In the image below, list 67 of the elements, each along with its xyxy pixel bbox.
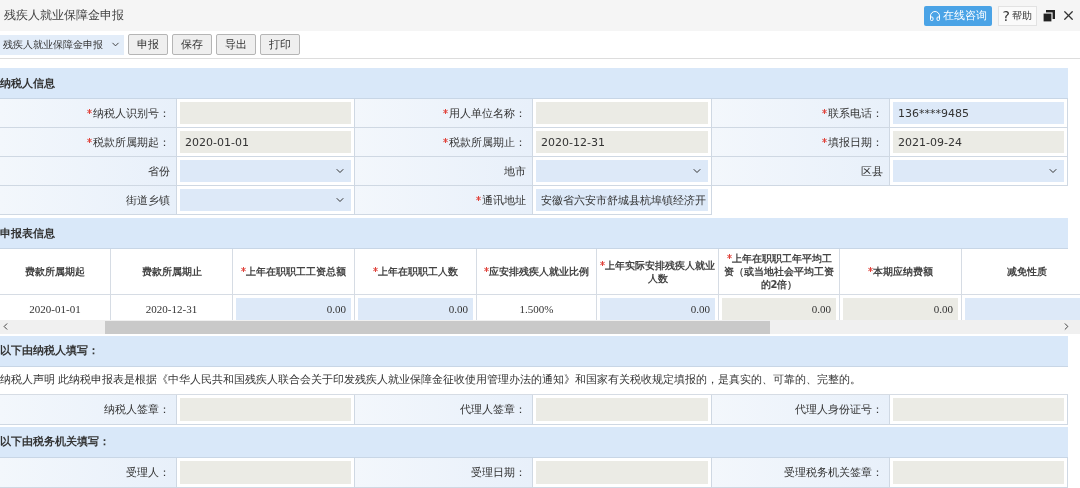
input-field[interactable]: 2020-12-31 <box>536 131 708 154</box>
column-header: 上年在职职工工资总额 <box>233 249 355 296</box>
headset-icon <box>928 9 941 22</box>
dropdown-field[interactable] <box>180 189 351 212</box>
section-title: 纳税人信息 <box>0 75 55 91</box>
section-title: 以下由税务机关填写： <box>0 434 110 450</box>
dropdown-field[interactable] <box>965 298 1080 320</box>
field-label: 代理人身份证号： <box>795 402 883 417</box>
field-label: 受理日期： <box>471 465 526 480</box>
declaration-text: 纳税人声明 此纳税申报表是根据《中华人民共和国残疾人联合会关于印发残疾人就业保障金征收使用管理办法的通知》和国家有关税收规定填报的，是真实的、可靠的、完整的。 <box>0 373 862 388</box>
column-header: 应安排残疾人就业比例 <box>477 249 597 296</box>
input-field[interactable]: 安徽省六安市舒城县杭埠镇经济开 <box>536 189 708 212</box>
input-field[interactable] <box>893 398 1064 421</box>
input-field[interactable]: 0.00 <box>600 298 715 320</box>
table-cell-text: 1.500% <box>518 302 555 318</box>
field-label: 省份 <box>148 163 170 179</box>
toolbar-button[interactable]: 申报 <box>128 34 168 56</box>
column-header: 减免性质 <box>962 249 1080 296</box>
input-field[interactable] <box>536 461 708 484</box>
input-field[interactable] <box>893 461 1064 484</box>
field-label: 受理人： <box>126 465 170 480</box>
horizontal-scrollbar[interactable] <box>0 319 1080 334</box>
input-field[interactable]: 0.00 <box>236 298 351 320</box>
field-label: 通讯地址 <box>482 192 526 208</box>
field-label: 纳税人签章： <box>104 402 170 417</box>
field-label: 纳税人识别号： <box>93 105 170 121</box>
input-field[interactable]: 0.00 <box>843 298 958 320</box>
column-header: 费款所属期止 <box>111 249 233 296</box>
field-label: 税款所属期止： <box>449 134 526 150</box>
column-header: 上年在职职工人数 <box>355 249 477 296</box>
input-field[interactable] <box>180 102 351 125</box>
input-field[interactable]: 0.00 <box>722 298 836 320</box>
toolbar-button[interactable]: 保存 <box>172 34 212 56</box>
input-field[interactable]: 136****9485 <box>893 102 1064 125</box>
restore-icon[interactable] <box>1043 9 1055 22</box>
field-label: 受理税务机关签章： <box>784 465 883 480</box>
section-title: 以下由纳税人填写： <box>0 343 99 359</box>
input-field[interactable] <box>180 461 351 484</box>
input-field[interactable] <box>536 398 708 421</box>
column-header: 上年在职职工年平均工资（或当地社会平均工资的2倍） <box>719 249 840 296</box>
field-label: 联系电话： <box>828 105 883 121</box>
section-title: 申报表信息 <box>0 225 55 241</box>
field-label: 税款所属期起： <box>93 134 170 150</box>
dropdown-field[interactable] <box>180 160 351 183</box>
column-header: 上年实际安排残疾人就业人数 <box>597 249 719 296</box>
field-label: 填报日期： <box>828 134 883 150</box>
input-field[interactable] <box>536 102 708 125</box>
field-label: 地市 <box>504 163 526 179</box>
dropdown-field[interactable] <box>893 160 1064 183</box>
input-field[interactable]: 0.00 <box>358 298 473 320</box>
input-field[interactable]: 2021-09-24 <box>893 131 1064 154</box>
column-header: 本期应纳费额 <box>840 249 962 296</box>
window-title: 残疾人就业保障金申报 <box>4 7 125 25</box>
toolbar-button[interactable]: 打印 <box>260 34 300 56</box>
field-label: 街道乡镇 <box>126 192 170 208</box>
input-field[interactable]: 2020-01-01 <box>180 131 351 154</box>
field-label: 代理人签章： <box>460 402 526 417</box>
dropdown-field[interactable] <box>536 160 708 183</box>
input-field[interactable] <box>180 398 351 421</box>
toolbar-button[interactable]: 导出 <box>216 34 256 56</box>
column-header: 费款所属期起 <box>0 249 111 296</box>
scrollbar-thumb[interactable] <box>105 320 770 334</box>
table-cell-text: 2020-12-31 <box>144 302 199 318</box>
field-label: 区县 <box>861 163 883 179</box>
field-label: 用人单位名称： <box>449 105 526 121</box>
table-cell-text: 2020-01-01 <box>28 302 82 318</box>
form-dropdown[interactable]: 残疾人就业保障金申报 <box>0 34 124 55</box>
